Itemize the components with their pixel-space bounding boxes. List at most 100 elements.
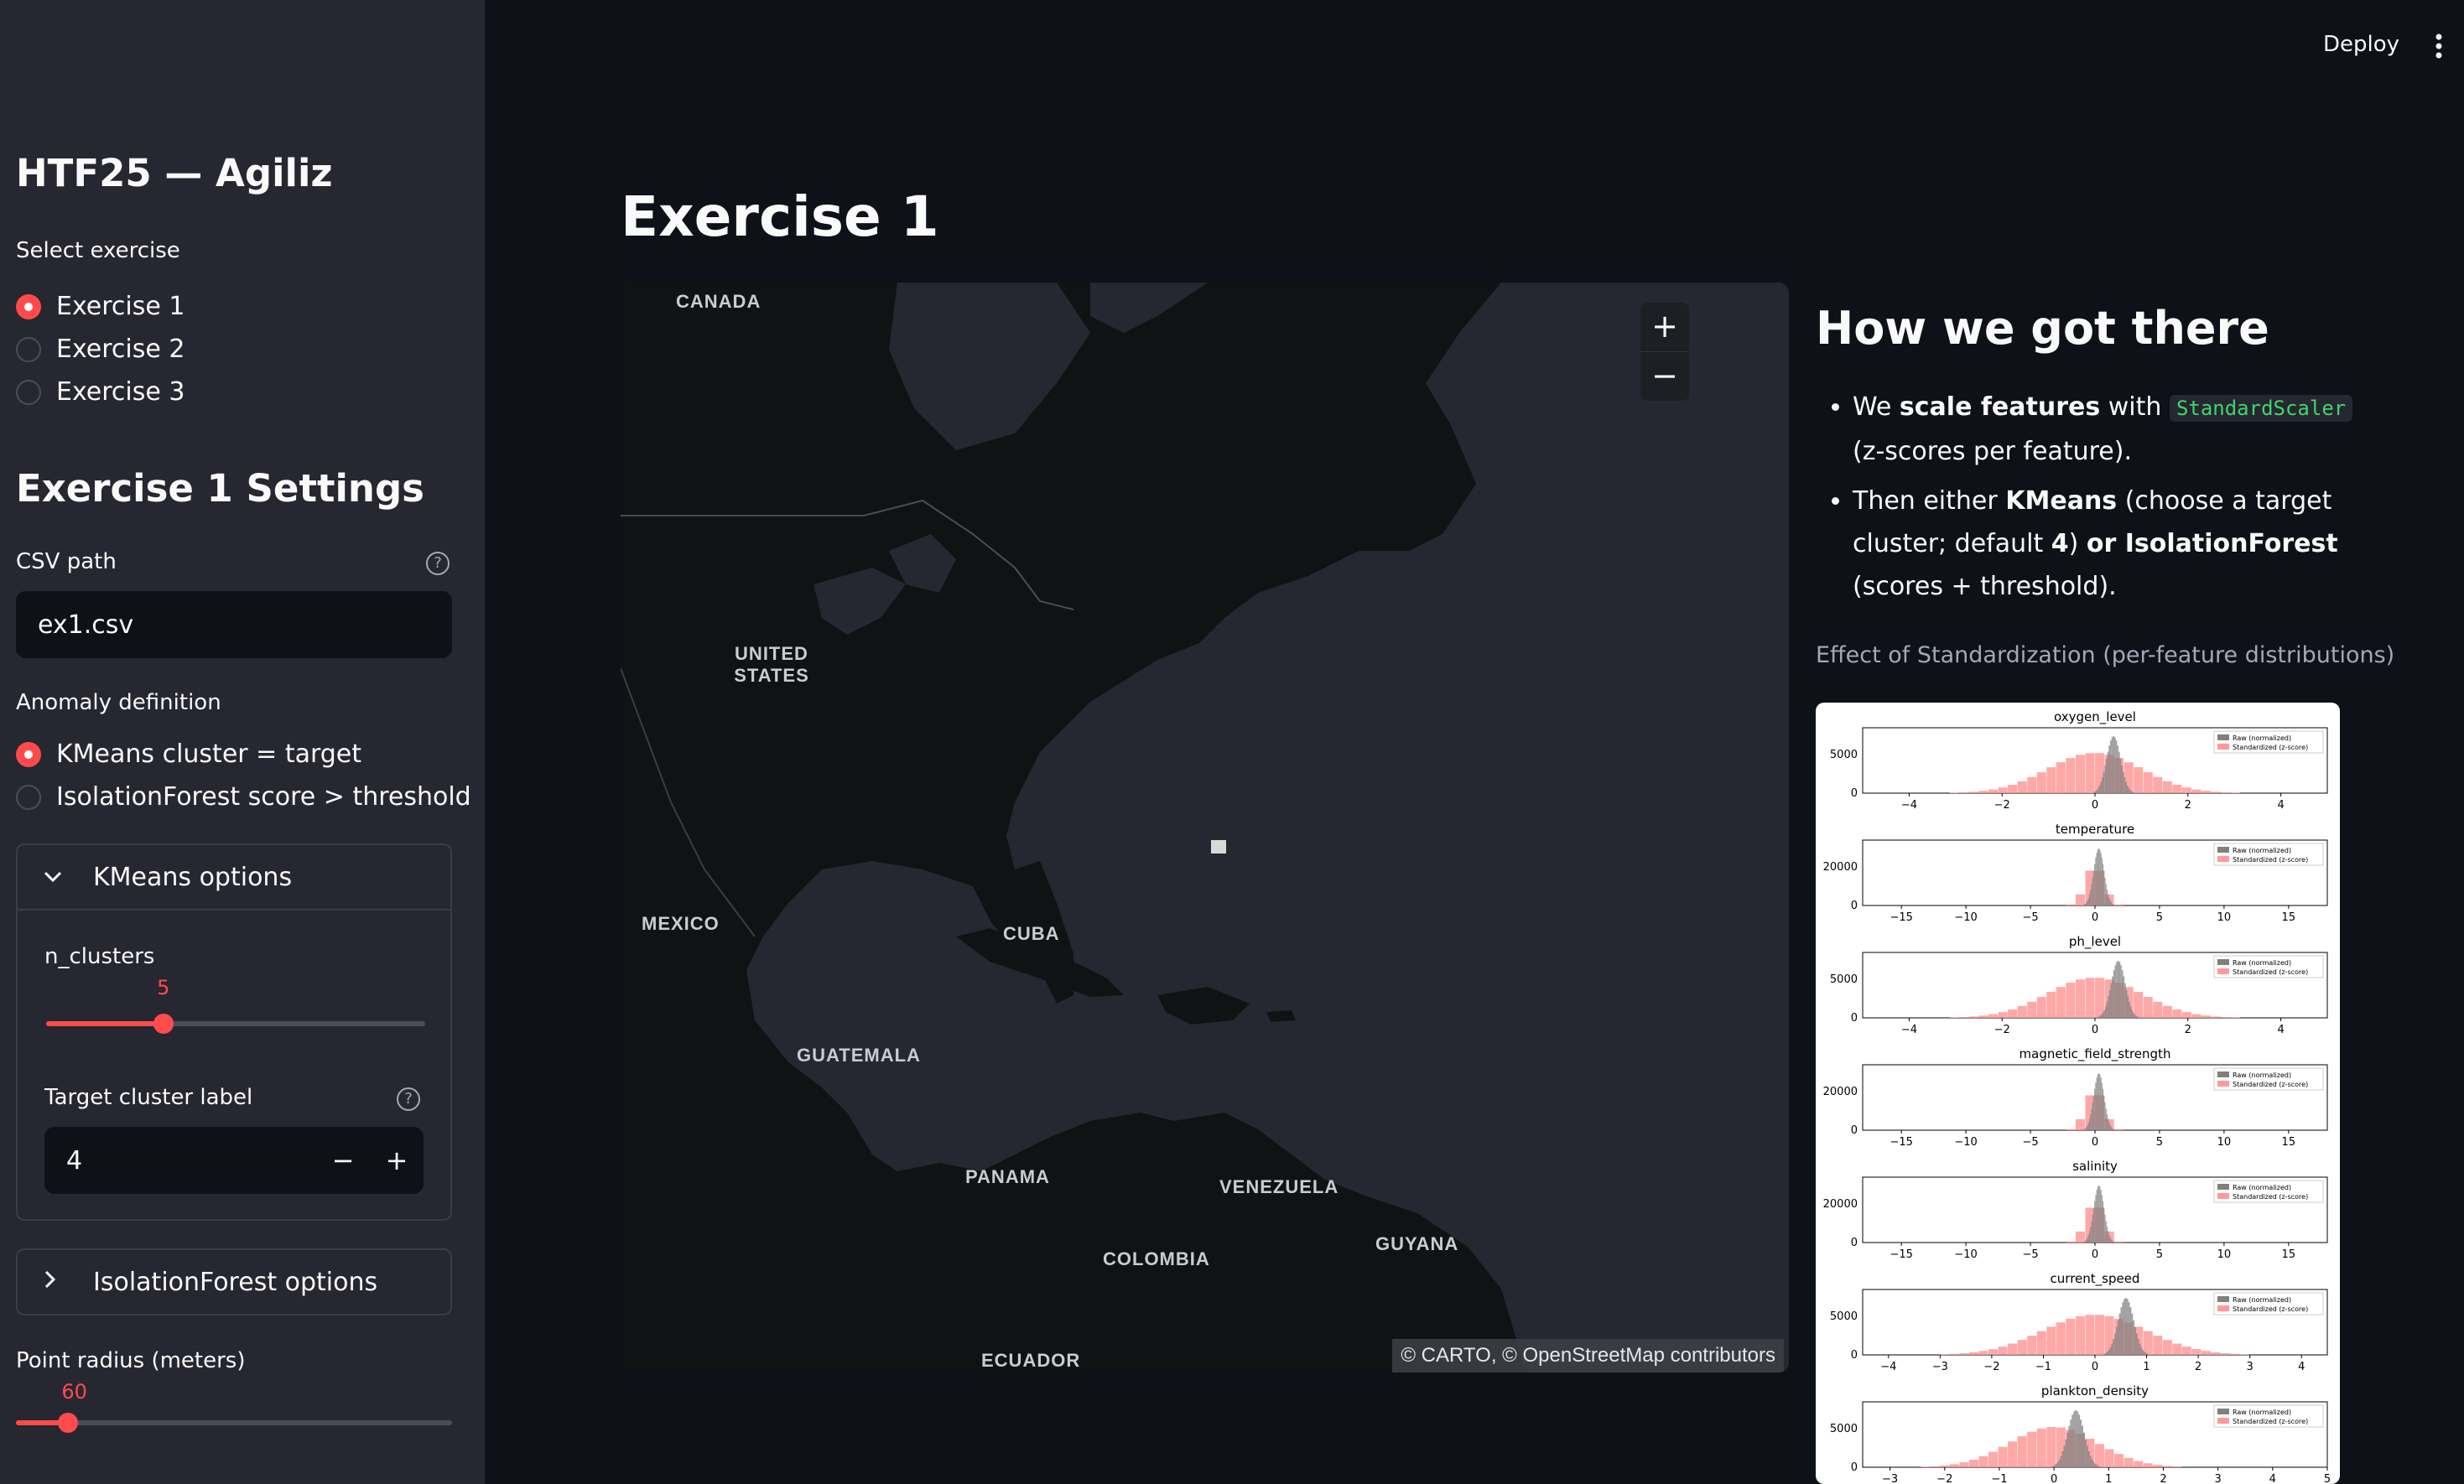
standardized-bar: [1998, 1012, 2008, 1018]
x-tick-label: −3: [1932, 1361, 1948, 1373]
exercise-option-2[interactable]: Exercise 2: [16, 328, 185, 371]
raw-bar: [2089, 1455, 2092, 1467]
map-attribution: © CARTO, © OpenStreetMap contributors: [1392, 1339, 1784, 1372]
raw-bar: [2095, 858, 2097, 905]
standardized-bar: [2230, 1353, 2240, 1355]
standardized-bar: [2066, 1241, 2076, 1243]
iforest-expander-header[interactable]: IsolationForest options: [18, 1250, 450, 1314]
point-radius-slider[interactable]: 60: [16, 1380, 452, 1433]
n-clusters-slider[interactable]: 5: [46, 976, 425, 1034]
standardized-bar: [2075, 1315, 2085, 1355]
settings-title: Exercise 1 Settings: [16, 466, 424, 511]
anomaly-definition-label: Anomaly definition: [16, 690, 221, 715]
iforest-options-expander[interactable]: IsolationForest options: [16, 1248, 452, 1315]
bullet-bold: or IsolationForest: [2086, 529, 2338, 558]
csv-path-label: CSV path: [16, 549, 117, 574]
raw-bar: [2098, 1186, 2100, 1243]
standardized-bar: [2162, 1005, 2172, 1018]
y-tick-label: 0: [1851, 787, 1858, 800]
standardized-bar: [2027, 1336, 2037, 1355]
raw-bar: [2084, 903, 2087, 905]
slider-thumb[interactable]: [153, 1014, 174, 1034]
anomaly-option-iforest[interactable]: IsolationForest score > threshold: [16, 776, 471, 818]
legend-swatch-raw: [2217, 734, 2229, 740]
y-tick-label: 20000: [1823, 1198, 1858, 1211]
raw-bar: [2111, 1343, 2113, 1355]
raw-bar: [2098, 848, 2100, 905]
raw-bar: [2105, 1221, 2107, 1243]
standardized-bar: [1940, 1465, 1950, 1467]
standardized-bar: [2085, 753, 2095, 793]
zoom-in-button[interactable]: +: [1640, 303, 1689, 352]
target-cluster-stepper[interactable]: 4 − +: [44, 1127, 424, 1194]
anomaly-option-kmeans[interactable]: KMeans cluster = target: [16, 733, 471, 776]
exercise-radio-group: Exercise 1 Exercise 2 Exercise 3: [16, 285, 185, 413]
raw-bar: [2096, 1077, 2098, 1130]
csv-path-input[interactable]: ex1.csv: [16, 591, 452, 658]
raw-bar: [2096, 1465, 2098, 1467]
raw-bar: [2096, 1190, 2098, 1243]
standardized-bar: [2181, 1012, 2191, 1018]
standardized-bar: [2153, 776, 2163, 793]
standardized-bar: [2230, 792, 2240, 793]
standardized-bar: [2153, 1001, 2163, 1018]
standardized-bar: [2017, 1436, 2027, 1467]
x-tick-label: 4: [2269, 1473, 2276, 1484]
raw-bar: [2108, 745, 2111, 793]
page-title: Exercise 1: [621, 184, 939, 249]
raw-bar: [2120, 1307, 2123, 1355]
raw-bar: [2127, 996, 2129, 1018]
kmeans-expander-header[interactable]: KMeans options: [18, 845, 450, 911]
raw-bar: [2061, 1451, 2064, 1467]
legend-label: Raw (normalized): [2233, 1071, 2291, 1079]
standardized-bar: [2027, 776, 2037, 793]
standardized-bar: [1968, 791, 1978, 793]
raw-bar: [2106, 758, 2108, 793]
raw-bar: [2137, 1339, 2139, 1355]
raw-bar: [2104, 1102, 2106, 1130]
raw-bar: [2058, 1459, 2061, 1467]
raw-bar: [2108, 989, 2111, 1018]
raw-bar: [2098, 787, 2099, 793]
standardized-bar: [2027, 1001, 2037, 1018]
map-view[interactable]: CANADA UNITED STATES MEXICO CUBA GUATEMA…: [621, 283, 1789, 1372]
minus-icon[interactable]: −: [316, 1144, 370, 1176]
raw-bar: [2096, 853, 2098, 905]
standardized-bar: [2124, 1457, 2134, 1467]
raw-bar: [2113, 970, 2115, 1018]
standardized-bar: [2172, 1009, 2182, 1018]
x-tick-label: 3: [2215, 1473, 2222, 1484]
standardized-bar: [1949, 1464, 1959, 1467]
standardized-bar: [2036, 1428, 2046, 1467]
stepper-value[interactable]: 4: [66, 1146, 316, 1175]
raw-bar: [2077, 1411, 2079, 1467]
plus-icon[interactable]: +: [370, 1144, 424, 1176]
bullet-text: (scores + threshold).: [1853, 572, 2117, 601]
n-clusters-label: n_clusters: [44, 944, 155, 969]
standardized-bar: [2085, 1315, 2095, 1355]
raw-bar: [2080, 1419, 2082, 1467]
raw-bar: [2086, 1239, 2087, 1243]
deploy-button[interactable]: Deploy: [2323, 32, 2399, 57]
raw-bar: [2129, 1006, 2132, 1018]
exercise-option-3[interactable]: Exercise 3: [16, 371, 185, 413]
help-icon[interactable]: ?: [397, 1087, 420, 1111]
raw-bar: [2134, 1326, 2136, 1355]
standardized-bar: [2017, 1340, 2027, 1355]
standardized-bar: [1988, 1451, 1999, 1467]
raw-bar: [2092, 877, 2093, 905]
raw-bar: [2108, 897, 2110, 905]
raw-bar: [2051, 1466, 2054, 1467]
raw-bar: [2101, 1195, 2103, 1243]
raw-bar: [2137, 1016, 2139, 1018]
standardized-bar: [2066, 983, 2076, 1018]
zoom-out-button[interactable]: −: [1640, 352, 1689, 401]
legend-swatch-raw: [2217, 1184, 2229, 1190]
standardized-bar: [1949, 1017, 1959, 1018]
slider-thumb[interactable]: [58, 1413, 79, 1433]
exercise-option-1[interactable]: Exercise 1: [16, 285, 185, 328]
main-menu-icon[interactable]: [2430, 30, 2447, 64]
x-tick-label: −5: [2022, 911, 2038, 924]
point-radius-label: Point radius (meters): [16, 1348, 246, 1373]
help-icon[interactable]: ?: [426, 552, 450, 575]
